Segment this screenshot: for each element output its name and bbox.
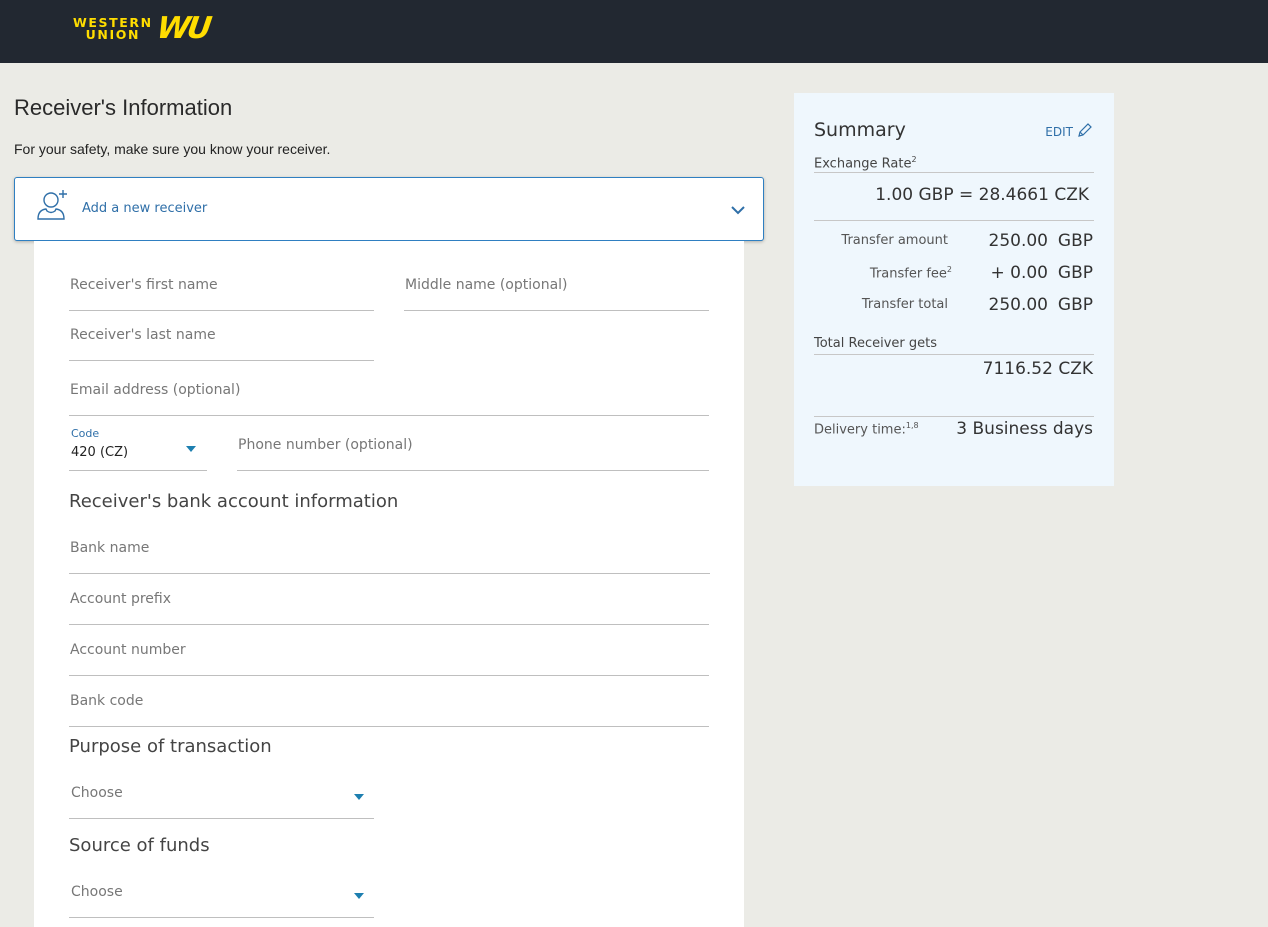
person-add-icon xyxy=(35,188,71,227)
email-field[interactable]: Email address (optional) xyxy=(69,368,709,416)
code-value: 420 (CZ) xyxy=(71,445,129,460)
purpose-title: Purpose of transaction xyxy=(69,736,272,757)
account-number-field[interactable]: Account number xyxy=(69,628,709,676)
exchange-rate-text: Exchange Rate xyxy=(814,156,912,172)
receiver-gets-value: 7116.52 CZK xyxy=(982,359,1093,379)
delivery-time-sup: 1,8 xyxy=(905,421,919,430)
bank-code-field[interactable]: Bank code xyxy=(69,679,709,727)
transfer-amount-currency: GBP xyxy=(1057,231,1093,251)
transfer-total-label: Transfer total xyxy=(861,297,948,312)
account-number-placeholder: Account number xyxy=(70,642,186,658)
first-name-placeholder: Receiver's first name xyxy=(70,277,218,293)
delivery-time-value: 3 Business days xyxy=(956,419,1093,439)
source-title: Source of funds xyxy=(69,835,210,856)
transfer-fee-currency: GBP xyxy=(1057,263,1093,283)
transfer-amount-value: 250.00 xyxy=(988,231,1048,251)
caret-down-icon xyxy=(354,893,364,899)
account-prefix-field[interactable]: Account prefix xyxy=(69,577,709,625)
edit-button[interactable]: EDIT xyxy=(1045,122,1093,141)
transfer-fee-label: Transfer fee2 xyxy=(870,265,952,281)
first-name-field[interactable]: Receiver's first name xyxy=(69,263,374,311)
divider xyxy=(814,172,1094,173)
logo-line2: UNION xyxy=(85,27,141,42)
pencil-icon xyxy=(1077,122,1093,141)
bank-section-title: Receiver's bank account information xyxy=(69,491,399,512)
phone-placeholder: Phone number (optional) xyxy=(238,437,413,453)
bank-name-placeholder: Bank name xyxy=(70,540,150,556)
western-union-logo[interactable]: WESTERN UNION WU xyxy=(73,11,211,46)
transfer-fee-text: Transfer fee xyxy=(869,266,947,282)
divider xyxy=(814,220,1094,221)
last-name-field[interactable]: Receiver's last name xyxy=(69,313,374,361)
caret-down-icon xyxy=(354,794,364,800)
exchange-rate-value: 1.00 GBP = 28.4661 CZK xyxy=(875,185,1089,205)
bank-name-field[interactable]: Bank name xyxy=(69,526,710,574)
transfer-fee-value: + 0.00 xyxy=(990,263,1049,283)
transfer-fee-sup: 2 xyxy=(946,265,952,274)
receiver-form: Receiver's first name Middle name (optio… xyxy=(34,241,744,927)
source-value: Choose xyxy=(71,884,123,900)
receiver-selector[interactable]: Add a new receiver xyxy=(14,177,764,241)
chevron-down-icon[interactable] xyxy=(730,203,746,221)
summary-title: Summary xyxy=(814,119,906,141)
transfer-amount-label: Transfer amount xyxy=(841,233,948,248)
middle-name-placeholder: Middle name (optional) xyxy=(405,277,568,293)
delivery-time-text: Delivery time: xyxy=(814,422,906,438)
add-receiver-label: Add a new receiver xyxy=(82,201,208,216)
purpose-value: Choose xyxy=(71,785,123,801)
receiver-gets-label: Total Receiver gets xyxy=(814,336,937,351)
middle-name-field[interactable]: Middle name (optional) xyxy=(404,263,709,311)
country-code-select[interactable]: Code 420 (CZ) xyxy=(69,427,207,471)
email-placeholder: Email address (optional) xyxy=(70,382,241,398)
code-label: Code xyxy=(71,427,100,440)
caret-down-icon xyxy=(186,446,196,452)
bank-code-placeholder: Bank code xyxy=(70,693,144,709)
purpose-select[interactable]: Choose xyxy=(69,771,374,819)
logo-words: WESTERN UNION xyxy=(73,16,153,42)
logo-mark: WU xyxy=(154,11,211,46)
delivery-time-label: Delivery time:1,8 xyxy=(814,421,919,437)
last-name-placeholder: Receiver's last name xyxy=(70,327,216,343)
top-bar: WESTERN UNION WU xyxy=(0,0,1268,63)
summary-panel: Summary EDIT Exchange Rate2 1.00 GBP = 2… xyxy=(794,93,1114,486)
exchange-rate-label: Exchange Rate2 xyxy=(814,155,917,171)
edit-label: EDIT xyxy=(1045,124,1073,139)
transfer-total-currency: GBP xyxy=(1057,295,1093,315)
account-prefix-placeholder: Account prefix xyxy=(70,591,172,607)
exchange-rate-sup: 2 xyxy=(911,155,917,164)
safety-note: For your safety, make sure you know your… xyxy=(14,141,331,157)
page-title: Receiver's Information xyxy=(14,95,233,120)
phone-field[interactable]: Phone number (optional) xyxy=(237,423,709,471)
source-select[interactable]: Choose xyxy=(69,870,374,918)
divider xyxy=(814,354,1094,355)
divider xyxy=(814,416,1094,417)
transfer-total-value: 250.00 xyxy=(988,295,1048,315)
